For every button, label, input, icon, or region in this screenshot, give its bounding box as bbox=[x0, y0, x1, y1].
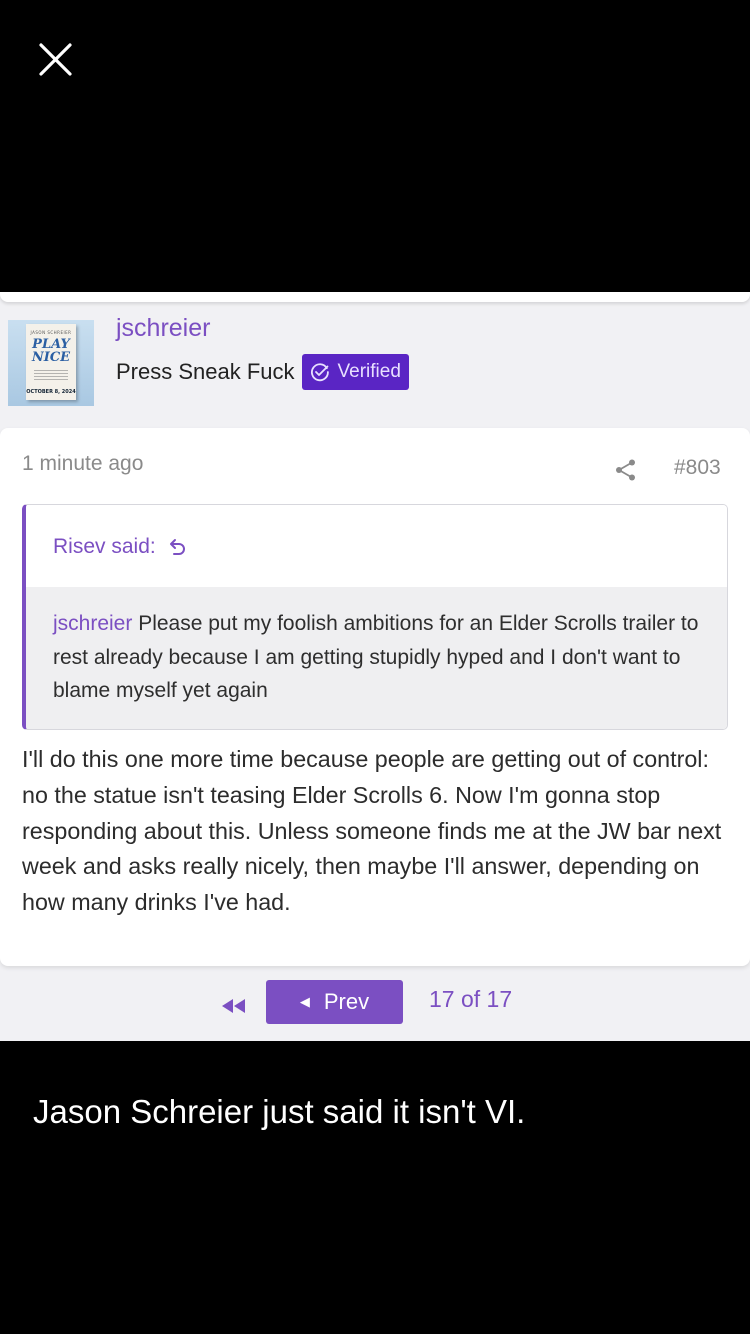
quote-text: Please put my foolish ambitions for an E… bbox=[53, 612, 699, 702]
quote-block: Risev said: jschreier Please put my fool… bbox=[22, 504, 728, 730]
prev-label: Prev bbox=[323, 989, 370, 1014]
previous-post-edge bbox=[0, 292, 750, 302]
close-button[interactable] bbox=[28, 32, 76, 80]
double-chevron-left-icon[interactable] bbox=[218, 990, 250, 1022]
post-body: I'll do this one more time because peopl… bbox=[22, 746, 722, 916]
book-tagline bbox=[34, 370, 68, 380]
page-status: 17 of 17 bbox=[429, 986, 513, 1012]
check-circle-icon bbox=[310, 363, 329, 382]
quote-body: jschreier Please put my foolish ambition… bbox=[26, 587, 727, 729]
book-cover: JASON SCHREIER PLAY NICE OCTOBER 8, 2024 bbox=[26, 324, 76, 400]
verified-label: Verified bbox=[337, 361, 401, 382]
book-author: JASON SCHREIER bbox=[30, 330, 72, 335]
quote-header: Risev said: bbox=[26, 505, 727, 587]
share-icon[interactable] bbox=[614, 458, 638, 482]
pagination: ◀ Prev 17 of 17 bbox=[0, 980, 750, 1036]
caret-left-icon: ◀ bbox=[299, 994, 310, 1009]
quote-author-link[interactable]: Risev said: bbox=[53, 535, 188, 559]
post-card: 1 minute ago #803 Risev said: jschreier … bbox=[0, 428, 750, 966]
avatar[interactable]: JASON SCHREIER PLAY NICE OCTOBER 8, 2024 bbox=[8, 320, 94, 406]
post-number-link[interactable]: #803 bbox=[674, 456, 721, 480]
user-mention[interactable]: jschreier bbox=[53, 612, 132, 635]
prev-page-button[interactable]: ◀ Prev bbox=[266, 980, 403, 1024]
quote-author-label: Risev said: bbox=[53, 535, 156, 558]
forum-post-screenshot: JASON SCHREIER PLAY NICE OCTOBER 8, 2024… bbox=[0, 292, 750, 1041]
book-title: PLAY NICE bbox=[31, 337, 71, 365]
username-link[interactable]: jschreier bbox=[116, 314, 210, 343]
post-timestamp[interactable]: 1 minute ago bbox=[22, 452, 143, 476]
close-icon bbox=[39, 43, 72, 76]
reply-arrow-icon bbox=[169, 539, 185, 555]
user-header: JASON SCHREIER PLAY NICE OCTOBER 8, 2024… bbox=[0, 310, 750, 426]
book-date: OCTOBER 8, 2024 bbox=[26, 389, 76, 395]
user-title: Press Sneak Fuck bbox=[116, 359, 295, 384]
image-viewer: JASON SCHREIER PLAY NICE OCTOBER 8, 2024… bbox=[0, 0, 750, 1334]
user-title-row: Press Sneak Fuck Verified bbox=[116, 354, 409, 390]
image-caption: Jason Schreier just said it isn't VI. bbox=[33, 1093, 526, 1130]
verified-badge: Verified bbox=[301, 354, 409, 390]
